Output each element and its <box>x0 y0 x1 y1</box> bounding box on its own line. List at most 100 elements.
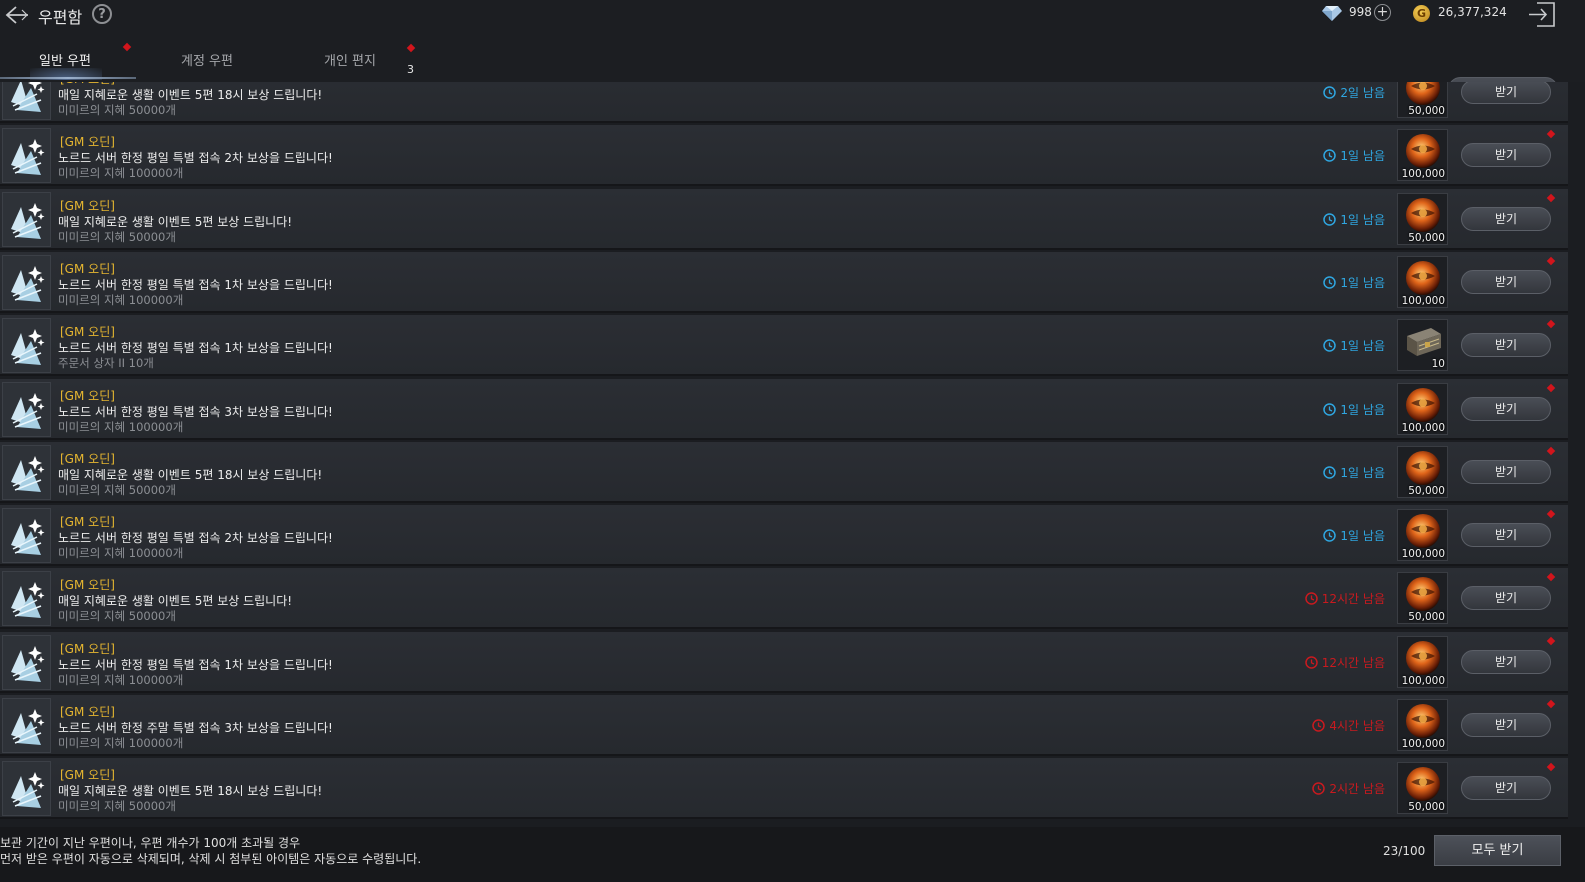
mail-time-text: 2시간 남음 <box>1329 782 1385 797</box>
claim-button[interactable]: 받기 <box>1461 206 1551 231</box>
claim-button[interactable]: 받기 <box>1461 713 1551 737</box>
tab-general-mail[interactable]: 일반 우편 <box>39 50 91 69</box>
attachment-slot[interactable]: 100,000 <box>1397 255 1448 308</box>
attachment-slot[interactable]: 100,000 <box>1397 382 1448 435</box>
mail-attachment-desc: 미미르의 지혜 100000개 <box>58 292 184 307</box>
mail-sender: [GM 오딘] <box>60 135 115 150</box>
mail-time-left: 1일 남음 <box>1323 147 1385 164</box>
mail-time-left: 1일 남음 <box>1323 527 1385 544</box>
mail-subject: 노르드 서버 한정 평일 특별 접속 2차 보상을 드립니다! <box>58 151 333 166</box>
retention-notice: 보관 기간이 지난 우편이나, 우편 개수가 100개 초과될 경우 먼저 받은… <box>0 835 421 867</box>
claim-button[interactable]: 받기 <box>1461 396 1551 421</box>
mail-subject: 노르드 서버 한정 평일 특별 접속 1차 보상을 드립니다! <box>58 341 333 356</box>
gm-event-icon <box>2 761 51 817</box>
tab-account-mail[interactable]: 계정 우편 <box>181 50 233 69</box>
clock-icon <box>1323 529 1337 542</box>
add-diamond-icon[interactable]: + <box>1374 4 1391 21</box>
claim-all-button[interactable]: 모두 받기 <box>1434 835 1561 866</box>
attachment-slot[interactable]: 100,000 <box>1397 509 1448 562</box>
mail-row[interactable]: [GM 오딘]매일 지혜로운 생활 이벤트 5편 18시 보상 드립니다!미미르… <box>0 758 1568 820</box>
mail-sender: [GM 오딘] <box>60 451 115 466</box>
claim-button[interactable]: 받기 <box>1461 333 1551 358</box>
claim-button[interactable]: 받기 <box>1461 82 1551 104</box>
attachment-quantity: 100,000 <box>1401 738 1445 750</box>
mail-row[interactable]: [GM 오딘] 매일 지혜로운 생활 이벤트 5편 보상 드립니다! 미미르의 지혜… <box>0 188 1568 250</box>
tab-personal-badge <box>406 43 416 53</box>
mail-row[interactable]: [GM 오딘]매일 지혜로운 생활 이벤트 5편 18시 보상 드립니다!미미르… <box>0 441 1568 503</box>
mail-row[interactable]: [GM 오딘]매일 지혜로운 생활 이벤트 5편 18시 보상 드립니다!미미르… <box>0 82 1568 123</box>
notice-line-1: 보관 기간이 지난 우편이나, 우편 개수가 100개 초과될 경우 <box>0 836 301 850</box>
claim-button[interactable]: 받기 <box>1461 143 1551 168</box>
mail-time-left: 1일 남음 <box>1323 464 1385 481</box>
mail-time-text: 1일 남음 <box>1340 275 1385 290</box>
mail-time-text: 12시간 남음 <box>1321 655 1385 670</box>
back-arrow-icon[interactable] <box>2 3 30 27</box>
mail-subject: 매일 지혜로운 생활 이벤트 5편 보상 드립니다! <box>58 214 293 229</box>
claim-button[interactable]: 받기 <box>1461 649 1551 674</box>
gm-event-icon <box>2 128 51 184</box>
mail-attachment-desc: 미미르의 지혜 50000개 <box>58 799 176 814</box>
clock-icon <box>1323 212 1337 226</box>
mail-subject: 노르드 서버 한정 주말 특별 접속 3차 보상을 드립니다! <box>58 721 333 735</box>
mail-sender: [GM 오딘] <box>60 515 115 530</box>
clock-icon <box>1305 592 1318 606</box>
clock-icon <box>1312 719 1326 732</box>
tab-general-badge <box>122 42 132 52</box>
claim-button[interactable]: 받기 <box>1461 586 1551 611</box>
mail-count: 23/100 <box>1383 844 1426 858</box>
mail-row[interactable]: [GM 오딘] 노르드 서버 한정 평일 특별 접속 2차 보상을 드립니다! 미미… <box>0 125 1568 187</box>
mail-time-left: 1일 남음 <box>1323 401 1385 418</box>
attachment-slot[interactable]: 100,000 <box>1397 699 1448 751</box>
mail-attachment-desc: 미미르의 지혜 50000개 <box>58 229 176 244</box>
attachment-slot[interactable]: 50,000 <box>1397 762 1448 815</box>
claim-button[interactable]: 받기 <box>1461 459 1551 484</box>
tab-personal-letter[interactable]: 개인 편지 <box>324 50 376 69</box>
mail-time-left: 12시간 남음 <box>1305 590 1385 607</box>
attachment-slot[interactable]: 100,000 <box>1397 129 1448 182</box>
gm-event-icon <box>2 191 51 247</box>
attachment-quantity: 50,000 <box>1408 105 1445 117</box>
mail-row[interactable]: [GM 오딘] 매일 지혜로운 생활 이벤트 5편 보상 드립니다! 미미르의 지혜… <box>0 568 1568 630</box>
mail-row[interactable]: [GM 오딘] 노르드 서버 한정 평일 특별 접속 3차 보상을 드립니다! 미미… <box>0 378 1568 440</box>
clock-icon <box>1323 339 1337 352</box>
new-mail-badge <box>1546 573 1556 582</box>
attachment-slot[interactable]: 10 <box>1397 319 1448 372</box>
attachment-slot[interactable]: 50,000 <box>1397 192 1448 245</box>
mail-attachment-desc: 미미르의 지혜 100000개 <box>58 672 184 687</box>
claim-button[interactable]: 받기 <box>1461 269 1551 294</box>
attachment-slot[interactable]: 50,000 <box>1397 572 1448 625</box>
mail-time-text: 2일 남음 <box>1340 86 1385 100</box>
mail-time-left: 1일 남음 <box>1323 337 1385 354</box>
mail-row[interactable]: [GM 오딘] 노르드 서버 한정 평일 특별 접속 1차 보상을 드립니다! 미미… <box>0 251 1568 313</box>
mail-row[interactable]: [GM 오딘] 노르드 서버 한정 평일 특별 접속 1차 보상을 드립니다! 미미… <box>0 631 1568 693</box>
mail-attachment-desc: 미미르의 지혜 100000개 <box>58 736 184 750</box>
mail-list[interactable]: [GM 오딘] 매일 지혜로운 생활 이벤트 5편 18시 보상 드립니다! 미미르… <box>0 82 1585 827</box>
attachment-slot[interactable]: 50,000 <box>1397 445 1448 498</box>
new-mail-badge <box>1546 193 1556 202</box>
exit-icon[interactable] <box>1527 1 1557 28</box>
mail-attachment-desc: 주문서 상자 II 10개 <box>58 356 154 371</box>
footer: 보관 기간이 지난 우편이나, 우편 개수가 100개 초과될 경우 먼저 받은… <box>0 827 1585 882</box>
attachment-slot[interactable]: 50,000 <box>1397 82 1448 118</box>
claim-button[interactable]: 받기 <box>1461 523 1551 548</box>
mail-subject: 노르드 서버 한정 평일 특별 접속 3차 보상을 드립니다! <box>58 404 333 419</box>
attachment-quantity: 100,000 <box>1401 168 1445 181</box>
attachment-slot[interactable]: 100,000 <box>1397 635 1448 688</box>
mail-subject: 매일 지혜로운 생활 이벤트 5편 18시 보상 드립니다! <box>58 88 323 102</box>
mail-row[interactable]: [GM 오딘] 노르드 서버 한정 평일 특별 접속 1차 보상을 드립니다! 주문… <box>0 315 1568 377</box>
notice-line-2: 먼저 받은 우편이 자동으로 삭제되며, 삭제 시 첨부된 아이템은 자동으로 … <box>0 852 422 866</box>
tab-personal-count: 3 <box>407 63 414 76</box>
clock-icon <box>1323 86 1337 99</box>
attachment-quantity: 50,000 <box>1408 801 1445 814</box>
gm-event-icon <box>2 571 51 627</box>
mail-row[interactable]: [GM 오딘] 노르드 서버 한정 주말 특별 접속 3차 보상을 드립니다! 미미… <box>0 695 1568 756</box>
clock-icon <box>1323 402 1337 416</box>
new-mail-badge <box>1546 446 1556 456</box>
claim-button[interactable]: 받기 <box>1461 776 1551 801</box>
mail-row[interactable]: [GM 오딘] 노르드 서버 한정 평일 특별 접속 2차 보상을 드립니다! 미미… <box>0 505 1568 567</box>
clock-icon <box>1312 782 1326 796</box>
mail-subject: 노르드 서버 한정 평일 특별 접속 1차 보상을 드립니다! <box>58 657 333 672</box>
question-icon[interactable]: ? <box>92 4 112 24</box>
new-mail-badge <box>1546 763 1556 772</box>
gm-event-icon <box>2 254 51 310</box>
